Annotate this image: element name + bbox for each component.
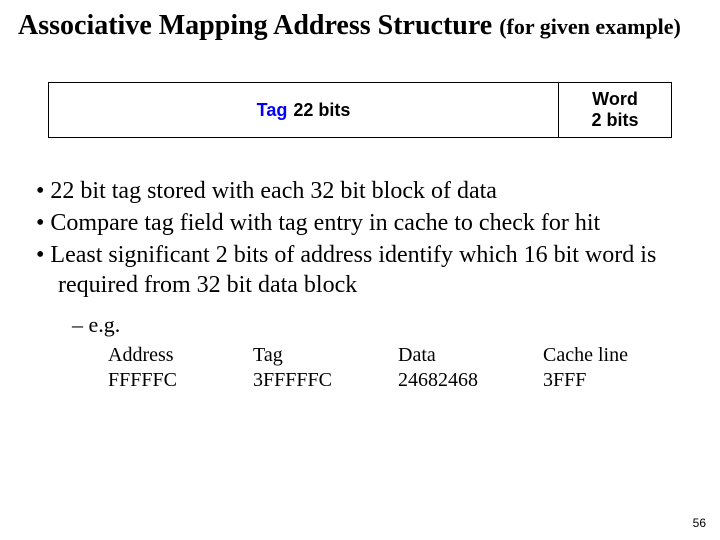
- tag-field-bits: 22 bits: [293, 100, 350, 121]
- table-header: Data: [398, 344, 543, 367]
- title-sub: (for given example): [499, 14, 681, 39]
- tag-field-label: Tag: [257, 100, 288, 121]
- sub-bullet-list: e.g.: [72, 312, 702, 338]
- tag-field-cell: Tag 22 bits: [49, 83, 559, 137]
- sub-bullet-item: e.g.: [72, 312, 702, 338]
- table-cell: 3FFF: [543, 369, 688, 392]
- example-table: Address Tag Data Cache line FFFFFC 3FFFF…: [108, 344, 702, 392]
- table-cell: FFFFFC: [108, 369, 253, 392]
- word-field-bits: 2 bits: [592, 110, 639, 131]
- bullet-item: Least significant 2 bits of address iden…: [36, 240, 684, 300]
- table-header: Address: [108, 344, 253, 367]
- bullet-item: Compare tag field with tag entry in cach…: [36, 208, 684, 238]
- table-cell: 24682468: [398, 369, 543, 392]
- slide-title: Associative Mapping Address Structure (f…: [18, 10, 702, 42]
- bullet-item: 22 bit tag stored with each 32 bit block…: [36, 176, 684, 206]
- address-structure-diagram: Tag 22 bits Word 2 bits: [48, 82, 672, 138]
- word-field-label: Word: [592, 89, 638, 110]
- word-field-cell: Word 2 bits: [559, 83, 671, 137]
- bullet-list: 22 bit tag stored with each 32 bit block…: [36, 176, 684, 300]
- table-row: FFFFFC 3FFFFFC 24682468 3FFF: [108, 369, 702, 392]
- title-main: Associative Mapping Address Structure: [18, 10, 499, 41]
- table-header-row: Address Tag Data Cache line: [108, 344, 702, 367]
- table-header: Tag: [253, 344, 398, 367]
- slide: Associative Mapping Address Structure (f…: [0, 0, 720, 540]
- table-header: Cache line: [543, 344, 688, 367]
- page-number: 56: [693, 516, 706, 530]
- table-cell: 3FFFFFC: [253, 369, 398, 392]
